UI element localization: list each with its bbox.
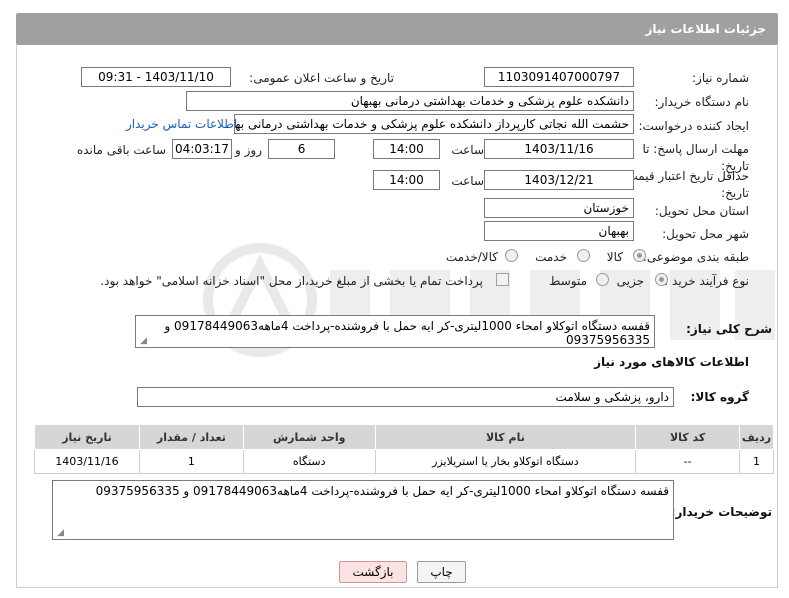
reply-date-field: 1403/11/16 bbox=[484, 139, 634, 159]
buyer-notes-label: توضیحات خریدار: bbox=[670, 505, 772, 519]
col-unit-header: واحد شمارش bbox=[242, 424, 376, 450]
table-header-row: ردیف کد کالا نام کالا واحد شمارش تعداد /… bbox=[34, 424, 774, 450]
buyer-org-field: دانشکده علوم پزشکی و خدمات بهداشتی درمان… bbox=[186, 91, 634, 111]
reply-time-label: ساعت bbox=[451, 143, 484, 157]
days-label: روز و bbox=[235, 143, 262, 157]
announce-date-field: 1403/11/10 - 09:31 bbox=[81, 67, 231, 87]
cell-code: -- bbox=[635, 449, 741, 474]
purchase-radio-minor[interactable] bbox=[655, 273, 668, 286]
category-option-goods-service: کالا/خدمت bbox=[445, 250, 498, 264]
reply-time-field: 14:00 bbox=[373, 139, 440, 159]
announce-date-label: تاریخ و ساعت اعلان عمومی: bbox=[249, 71, 394, 85]
cell-row: 1 bbox=[739, 449, 774, 474]
buyer-org-label: نام دستگاه خریدار: bbox=[654, 95, 750, 109]
col-qty-header: تعداد / مقدار bbox=[138, 424, 244, 450]
remaining-time-field: 04:03:17 bbox=[172, 139, 232, 159]
resize-grip-icon: ◢ bbox=[140, 336, 147, 346]
need-number-label: شماره نیاز: bbox=[692, 71, 749, 85]
remaining-label: ساعت باقی مانده bbox=[76, 143, 166, 157]
treasury-note: پرداخت تمام یا بخشی از مبلغ خرید،از محل … bbox=[100, 274, 483, 288]
purchase-type-label: نوع فرآیند خرید : bbox=[664, 274, 749, 288]
goods-group-field: دارو، پزشکی و سلامت bbox=[137, 387, 674, 407]
price-time-field: 14:00 bbox=[373, 170, 440, 190]
description-textarea: قفسه دستگاه اتوکلاو امحاء 1000لیتری-کر ا… bbox=[135, 315, 655, 348]
col-row-header: ردیف bbox=[739, 424, 774, 450]
category-radio-service[interactable] bbox=[577, 249, 590, 262]
goods-group-label: گروه کالا: bbox=[690, 390, 749, 404]
description-label: شرح کلی نیاز: bbox=[686, 322, 772, 336]
need-number-field: 1103091407000797 bbox=[484, 67, 634, 87]
city-label: شهر محل تحویل: bbox=[662, 227, 749, 241]
col-code-header: کد کالا bbox=[635, 424, 741, 450]
category-radio-goods-service[interactable] bbox=[505, 249, 518, 262]
cell-name: دستگاه اتوکلاو بخار یا استریلایزر bbox=[374, 449, 637, 474]
description-text: قفسه دستگاه اتوکلاو امحاء 1000لیتری-کر ا… bbox=[164, 319, 650, 347]
purchase-option-minor: جزیی bbox=[616, 274, 644, 288]
purchase-radio-medium[interactable] bbox=[596, 273, 609, 286]
page-title: جزئیات اطلاعات نیاز bbox=[645, 22, 766, 36]
creator-field: حشمت الله نجاتی کارپرداز دانشکده علوم پز… bbox=[234, 114, 634, 134]
category-option-service: خدمت bbox=[535, 250, 567, 264]
category-label: طبقه بندی موضوعی: bbox=[642, 250, 749, 264]
cell-date: 1403/11/16 bbox=[34, 449, 140, 474]
creator-label: ایجاد کننده درخواست: bbox=[638, 119, 749, 133]
purchase-option-medium: متوسط bbox=[549, 274, 587, 288]
buyer-contact-link[interactable]: اطلاعات تماس خریدار bbox=[126, 117, 237, 131]
col-name-header: نام کالا bbox=[374, 424, 637, 450]
col-date-header: تاریخ نیاز bbox=[34, 424, 140, 450]
cell-unit: دستگاه bbox=[242, 449, 376, 474]
price-date-field: 1403/12/21 bbox=[484, 170, 634, 190]
buyer-notes-text: قفسه دستگاه اتوکلاو امحاء 1000لیتری-کر ا… bbox=[95, 484, 669, 498]
price-time-label: ساعت bbox=[451, 174, 484, 188]
panel-header: جزئیات اطلاعات نیاز bbox=[16, 13, 778, 45]
treasury-checkbox[interactable] bbox=[496, 273, 509, 286]
province-field: خوزستان bbox=[484, 198, 634, 218]
table-row: 1 -- دستگاه اتوکلاو بخار یا استریلایزر د… bbox=[34, 449, 774, 474]
category-radio-goods[interactable] bbox=[633, 249, 646, 262]
buyer-notes-textarea: قفسه دستگاه اتوکلاو امحاء 1000لیتری-کر ا… bbox=[52, 480, 674, 540]
items-table: ردیف کد کالا نام کالا واحد شمارش تعداد /… bbox=[34, 424, 774, 474]
resize-grip-icon: ◢ bbox=[57, 528, 64, 538]
city-field: بهبهان bbox=[484, 221, 634, 241]
province-label: استان محل تحویل: bbox=[654, 204, 749, 218]
category-option-goods: کالا bbox=[606, 250, 623, 264]
back-button[interactable]: بازگشت bbox=[339, 561, 407, 583]
print-button[interactable]: چاپ bbox=[417, 561, 466, 583]
days-remaining-field: 6 bbox=[268, 139, 335, 159]
cell-qty: 1 bbox=[138, 449, 244, 474]
goods-info-title: اطلاعات کالاهای مورد نیاز bbox=[594, 355, 749, 369]
